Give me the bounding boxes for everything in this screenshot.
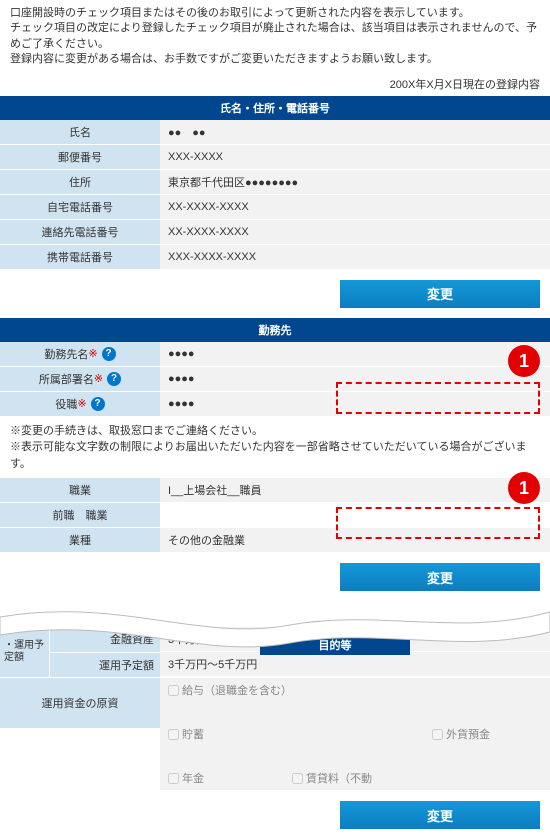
change-button-section3[interactable]: 変更 (340, 563, 540, 591)
sublabel-assets: 金融資産 (50, 627, 160, 653)
sublabel-planned: 運用予定額 (50, 653, 160, 678)
section2-notes: ※変更の手続きは、取扱窓口までご連絡ください。 ※表示可能な文字数の制限によりお… (0, 417, 550, 479)
row-label-position: 役職※ ? (0, 392, 160, 416)
row-value-contacttel: XX-XXXX-XXXX (160, 220, 550, 244)
row-label-mobile: 携帯電話番号 (0, 245, 160, 269)
row-label-contacttel: 連絡先電話番号 (0, 220, 160, 244)
section1-rows: 氏名●● ●● 郵便番号XXX-XXXX 住所東京都千代田区●●●●●●●● 自… (0, 120, 550, 270)
row-label-industry: 業種 (0, 528, 160, 552)
help-icon[interactable]: ? (102, 347, 116, 361)
intro-line3: 登録内容に変更がある場合は、お手数ですがご変更いただきますようお願い致します。 (10, 52, 540, 67)
row-label-prev-occupation: 前職 職業 (0, 503, 160, 527)
row-label-funds-source: 運用資金の原資 (0, 678, 160, 728)
section2-header: 勤務先 (0, 318, 550, 342)
checkbox-savings[interactable]: 貯蓄 (168, 726, 204, 742)
row-value-address: 東京都千代田区●●●●●●●● (160, 170, 550, 194)
checkbox-forex[interactable]: 外貨預金 (432, 726, 490, 742)
row-value-mobile: XXX-XXXX-XXXX (160, 245, 550, 269)
intro-line1: 口座開設時のチェック項目またはその後のお取引によって更新された内容を表示していま… (10, 6, 540, 21)
section3-rows: 職業I__上場会社__職員 前職 職業 業種その他の金融業 (0, 478, 550, 553)
timestamp: 200X年X月X日現在の登録内容 (0, 72, 550, 96)
row-value-position: ●●●● (160, 392, 550, 416)
intro-line2: チェック項目の改定により登録したチェック項目が廃止された場合は、該当項目は表示さ… (10, 21, 540, 52)
row-value-planned: 3千万円～5千万円 (160, 652, 550, 677)
row-label-address: 住所 (0, 170, 160, 194)
row-label-hometel: 自宅電話番号 (0, 195, 160, 219)
annotation-badge-1: 1 (508, 345, 540, 377)
section4-overlay-header: 目的等 (260, 635, 410, 655)
row-value-name: ●● ●● (160, 120, 550, 144)
row-label-employer: 勤務先名※ ? (0, 342, 160, 366)
row-label-name: 氏名 (0, 120, 160, 144)
annotation-badge-2: 1 (508, 472, 540, 504)
row-value-funds-source: 給与（退職金を含む） 貯蓄 外貨預金 年金 賃貸料（不動 (160, 678, 550, 790)
change-button-section4[interactable]: 変更 (340, 801, 540, 829)
row-label-department: 所属部署名※ ? (0, 367, 160, 391)
intro-text: 口座開設時のチェック項目またはその後のお取引によって更新された内容を表示していま… (0, 0, 550, 72)
row-value-prev-occupation (160, 503, 550, 527)
section4: 目的等 ・運用予定額 金融資産 運用予定額 3千万円～ 3千万円～5千万円 運用… (0, 627, 550, 791)
row-value-employer: ●●●● (160, 342, 550, 366)
section1-header: 氏名・住所・電話番号 (0, 96, 550, 120)
row-value-hometel: XX-XXXX-XXXX (160, 195, 550, 219)
row-value-industry: その他の金融業 (160, 528, 550, 552)
checkbox-rent[interactable]: 賃貸料（不動 (292, 770, 372, 786)
change-button-section1[interactable]: 変更 (340, 280, 540, 308)
note2: ※表示可能な文字数の制限によりお届出いただいた内容を一部省略させていただいている… (10, 439, 540, 472)
section2-rows: 勤務先名※ ? ●●●● 所属部署名※ ? ●●●● 役職※ ? ●●●● (0, 342, 550, 417)
checkbox-pension[interactable]: 年金 (168, 770, 204, 786)
row-value-postal: XXX-XXXX (160, 145, 550, 169)
row-value-occupation: I__上場会社__職員 (160, 478, 550, 502)
checkbox-salary[interactable]: 給与（退職金を含む） (168, 682, 292, 698)
row-value-department: ●●●● (160, 367, 550, 391)
row-label-occupation: 職業 (0, 478, 160, 502)
note1: ※変更の手続きは、取扱窓口までご連絡ください。 (10, 423, 540, 440)
row-label-postal: 郵便番号 (0, 145, 160, 169)
help-icon[interactable]: ? (91, 397, 105, 411)
help-icon[interactable]: ? (107, 372, 121, 386)
row-label-asset-group: ・運用予定額 (0, 627, 50, 677)
